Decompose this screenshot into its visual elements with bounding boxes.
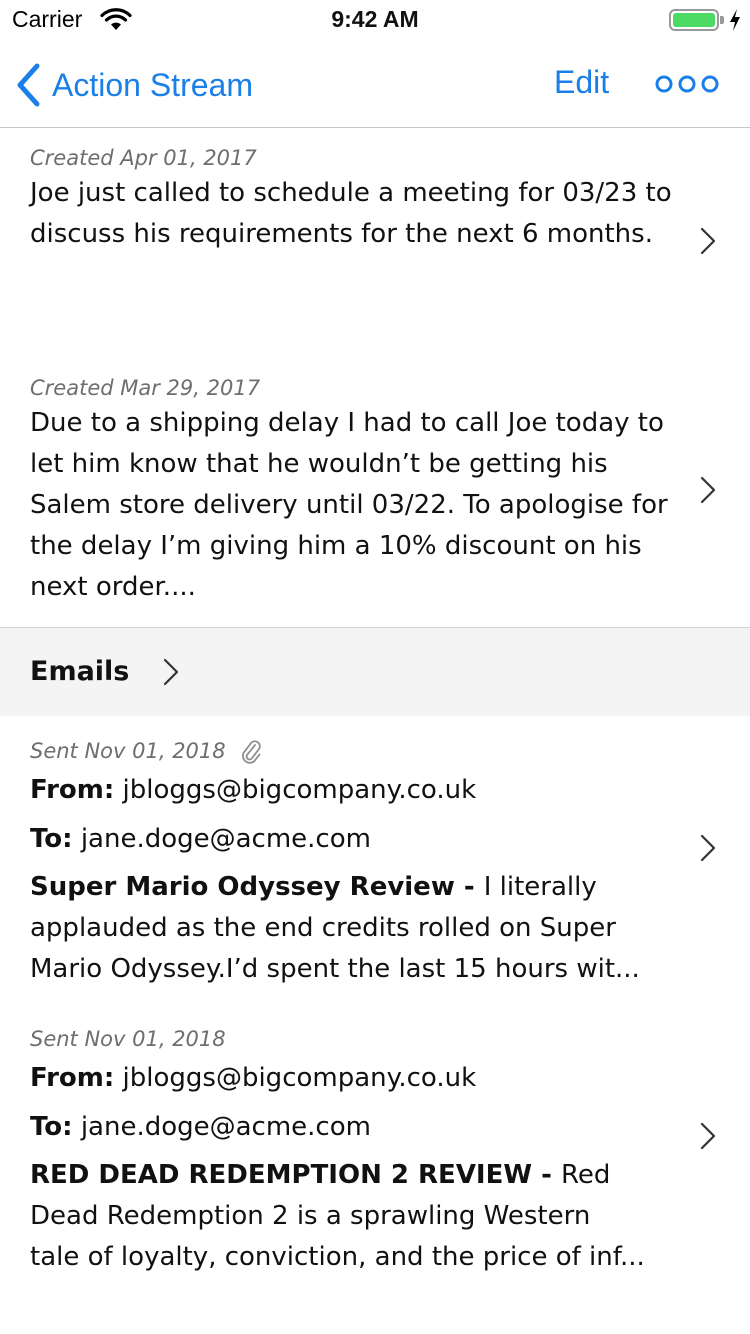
email-from-address: jbloggs@bigcompany.co.uk: [122, 775, 477, 805]
charging-bolt-icon: [730, 9, 740, 31]
navigation-bar: Action Stream Edit: [0, 40, 750, 128]
battery-icon: [669, 9, 719, 31]
status-time: 9:42 AM: [331, 6, 419, 32]
email-to-label: To:: [30, 1112, 73, 1142]
chevron-right-icon: [700, 834, 716, 862]
email-preview-line-1: Red: [560, 1160, 611, 1190]
email-preview: RED DEAD REDEMPTION 2 REVIEW - Red Dead …: [30, 1155, 680, 1278]
note-created-date: Created Mar 29, 2017: [30, 376, 261, 400]
chevron-left-icon: [17, 63, 40, 107]
email-subject: RED DEAD REDEMPTION 2 REVIEW -: [30, 1160, 561, 1190]
emails-section-title: Emails: [30, 656, 130, 687]
battery-level-fill: [673, 13, 715, 27]
note-item[interactable]: Created Apr 01, 2017 Joe just called to …: [0, 129, 750, 358]
email-preview-line-2: Dead Redemption 2 is a sprawling Western: [30, 1201, 591, 1231]
email-item[interactable]: Sent Nov 01, 2018 From: jbloggs@bigcompa…: [0, 1004, 750, 1294]
paperclip-icon: [241, 740, 261, 764]
back-button[interactable]: Action Stream: [14, 60, 253, 110]
email-from-label: From:: [30, 775, 115, 805]
email-preview-line-3: tale of loyalty, conviction, and the pri…: [30, 1242, 645, 1272]
email-sent-date: Sent Nov 01, 2018: [30, 1027, 226, 1051]
chevron-right-icon: [164, 658, 179, 685]
note-item[interactable]: Created Mar 29, 2017 Due to a shipping d…: [0, 358, 750, 628]
chevron-right-icon: [700, 1122, 716, 1150]
emails-section-header[interactable]: Emails: [0, 628, 750, 716]
more-horizontal-icon[interactable]: [654, 74, 720, 94]
email-to-row: To: jane.doge@acme.com: [30, 1103, 720, 1152]
status-bar: Carrier 9:42 AM: [0, 0, 750, 40]
note-created-date: Created Apr 01, 2017: [30, 146, 257, 170]
edit-button[interactable]: Edit: [554, 64, 609, 101]
note-text: Joe just called to schedule a meeting fo…: [30, 178, 672, 249]
email-from-label: From:: [30, 1063, 115, 1093]
email-to-address: jane.doge@acme.com: [80, 1112, 371, 1142]
email-sent-date: Sent Nov 01, 2018: [30, 739, 226, 763]
battery-cap: [720, 16, 724, 24]
email-preview-line-2: applauded as the end credits rolled on S…: [30, 913, 616, 943]
email-preview-line-3: Mario Odyssey.I’d spent the last 15 hour…: [30, 954, 640, 984]
email-to-address: jane.doge@acme.com: [80, 824, 371, 854]
chevron-right-icon: [700, 227, 716, 255]
email-preview: Super Mario Odyssey Review - I literally…: [30, 867, 680, 990]
email-preview-line-1: I literally: [483, 872, 597, 902]
back-button-label: Action Stream: [52, 66, 253, 103]
email-to-label: To:: [30, 824, 73, 854]
email-meta-row: Sent Nov 01, 2018: [30, 1024, 720, 1054]
email-subject: Super Mario Odyssey Review -: [30, 872, 484, 902]
email-item[interactable]: Sent Nov 01, 2018 From: jbloggs@bigcompa…: [0, 716, 750, 1004]
email-from-row: From: jbloggs@bigcompany.co.uk: [30, 1054, 720, 1103]
email-to-row: To: jane.doge@acme.com: [30, 815, 720, 864]
email-from-row: From: jbloggs@bigcompany.co.uk: [30, 766, 720, 815]
email-meta-row: Sent Nov 01, 2018: [30, 736, 720, 766]
note-text: Due to a shipping delay I had to call Jo…: [30, 408, 668, 602]
chevron-right-icon: [700, 476, 716, 504]
action-stream-list[interactable]: Created Apr 01, 2017 Joe just called to …: [0, 129, 750, 1334]
email-from-address: jbloggs@bigcompany.co.uk: [122, 1063, 477, 1093]
